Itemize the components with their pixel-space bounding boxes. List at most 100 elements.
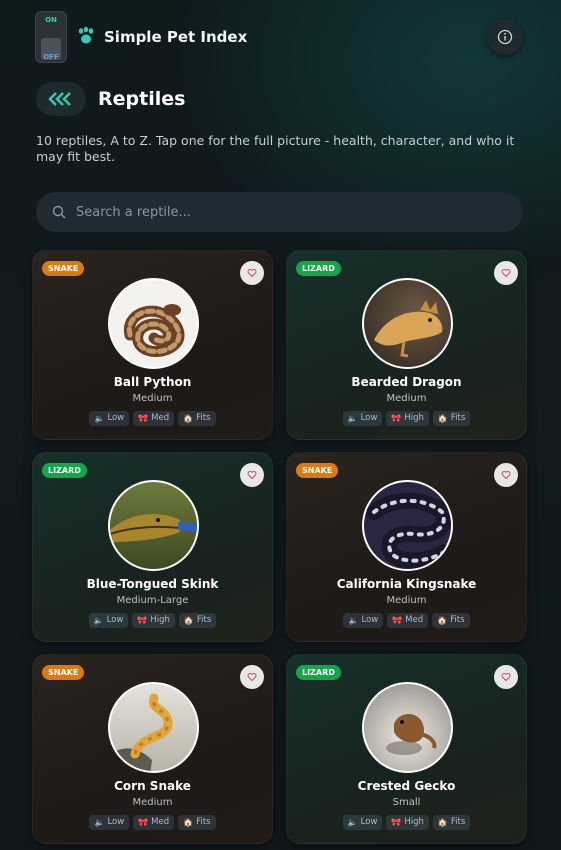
heart-icon (501, 672, 511, 682)
chevrons-left-icon (48, 92, 71, 106)
care-chip: 🎀 Med (387, 613, 429, 628)
reptile-name: Corn Snake (114, 779, 191, 793)
type-badge: LIZARD (296, 665, 341, 680)
type-badge: SNAKE (296, 463, 339, 478)
speaker-icon: 🔈 (93, 616, 104, 625)
reptile-card-california-kingsnake[interactable]: SNAKE California Kingsnake Medium 🔈 Low 🎀… (286, 452, 527, 642)
toggle-on-label: ON (45, 16, 57, 24)
reptile-photo (108, 682, 199, 773)
noise-chip: 🔈 Low (89, 411, 130, 426)
house-icon: 🏠 (437, 414, 448, 423)
top-bar: ON OFF Simple Pet Index (0, 0, 561, 75)
reptile-photo (362, 682, 453, 773)
house-icon: 🏠 (437, 616, 448, 625)
reptile-photo (108, 480, 199, 571)
chip-label: Med (151, 413, 170, 423)
reptile-card-bearded-dragon[interactable]: LIZARD Bearded Dragon Medium 🔈 Low 🎀 High … (286, 250, 527, 440)
reptile-name: Crested Gecko (357, 779, 456, 793)
reptile-name: Blue-Tongued Skink (86, 577, 219, 591)
chip-label: High (150, 615, 170, 625)
reptile-photo (362, 480, 453, 571)
paw-icon (78, 26, 94, 44)
chip-label: Fits (196, 817, 211, 827)
chip-label: Fits (450, 615, 465, 625)
reptile-card-crested-gecko[interactable]: LIZARD Crested Gecko Small 🔈 Low 🎀 High 🏠 F… (286, 654, 527, 844)
chip-label: Low (106, 615, 124, 625)
back-button[interactable] (36, 82, 86, 116)
search-icon (52, 205, 66, 219)
trait-chips: 🔈 Low 🎀 Med 🏠 Fits (33, 815, 272, 830)
home-chip: 🏠 Fits (432, 411, 471, 426)
chip-label: Med (151, 817, 170, 827)
ribbon-icon: 🎀 (391, 818, 402, 827)
reptile-name: Bearded Dragon (351, 375, 462, 389)
reptile-size: Medium (132, 393, 173, 404)
app-title: Simple Pet Index (104, 28, 248, 46)
type-badge: LIZARD (296, 261, 341, 276)
reptile-size: Medium (386, 595, 427, 606)
speaker-icon: 🔈 (94, 818, 105, 827)
reptile-size: Small (392, 797, 421, 808)
reptile-name: California Kingsnake (336, 577, 477, 591)
chip-label: Fits (450, 817, 466, 827)
heart-icon (501, 470, 511, 480)
speaker-icon: 🔈 (347, 818, 358, 827)
page-title: Reptiles (98, 88, 186, 110)
chip-label: High (404, 413, 424, 423)
search-bar[interactable] (36, 192, 523, 232)
chip-label: Low (107, 817, 125, 827)
type-badge: LIZARD (42, 463, 87, 478)
reptile-card-corn-snake[interactable]: SNAKE Corn Snake Medium 🔈 Low 🎀 Med 🏠 Fits (32, 654, 273, 844)
home-chip: 🏠 Fits (178, 815, 216, 830)
reptile-size: Medium (386, 393, 427, 404)
care-chip: 🎀 Med (133, 815, 175, 830)
care-chip: 🎀 High (132, 613, 175, 628)
chip-label: Low (360, 817, 378, 827)
chip-label: Fits (196, 615, 212, 625)
noise-chip: 🔈 Low (342, 411, 383, 426)
noise-chip: 🔈 Low (343, 613, 384, 628)
care-chip: 🎀 Med (133, 411, 175, 426)
reptile-card-ball-python[interactable]: SNAKE Ball Python Medium 🔈 Low 🎀 Med 🏠 Fits (32, 250, 273, 440)
heart-icon (501, 268, 511, 278)
favorite-button[interactable] (494, 665, 518, 689)
house-icon: 🏠 (437, 818, 448, 827)
ribbon-icon: 🎀 (138, 414, 149, 423)
favorite-button[interactable] (240, 261, 264, 285)
info-button[interactable] (487, 19, 523, 55)
home-chip: 🏠 Fits (432, 815, 471, 830)
trait-chips: 🔈 Low 🎀 High 🏠 Fits (287, 411, 526, 426)
power-toggle[interactable]: ON OFF (35, 11, 67, 63)
home-chip: 🏠 Fits (432, 613, 470, 628)
reptile-card-blue-tongued-skink[interactable]: LIZARD Blue-Tongued Skink Medium-Large 🔈… (32, 452, 273, 642)
ribbon-icon: 🎀 (391, 414, 402, 423)
favorite-button[interactable] (240, 463, 264, 487)
heart-icon (247, 672, 257, 682)
trait-chips: 🔈 Low 🎀 Med 🏠 Fits (287, 613, 526, 628)
noise-chip: 🔈 Low (342, 815, 383, 830)
reptile-photo (108, 278, 199, 369)
reptile-name: Ball Python (113, 375, 192, 389)
speaker-icon: 🔈 (348, 616, 359, 625)
noise-chip: 🔈 Low (89, 815, 130, 830)
search-input[interactable] (76, 204, 496, 220)
care-chip: 🎀 High (386, 411, 429, 426)
home-chip: 🏠 Fits (178, 411, 216, 426)
heart-icon (247, 268, 257, 278)
house-icon: 🏠 (183, 616, 194, 625)
reptile-size: Medium-Large (116, 595, 189, 606)
noise-chip: 🔈 Low (88, 613, 129, 628)
chip-label: High (404, 817, 424, 827)
chip-label: Low (107, 413, 125, 423)
chip-label: Low (361, 615, 379, 625)
favorite-button[interactable] (240, 665, 264, 689)
info-icon (497, 29, 513, 45)
chip-label: Med (405, 615, 424, 625)
favorite-button[interactable] (494, 261, 518, 285)
type-badge: SNAKE (42, 261, 85, 276)
home-chip: 🏠 Fits (178, 613, 217, 628)
chip-label: Low (360, 413, 378, 423)
care-chip: 🎀 High (386, 815, 429, 830)
favorite-button[interactable] (494, 463, 518, 487)
toggle-off-label: OFF (43, 53, 59, 61)
